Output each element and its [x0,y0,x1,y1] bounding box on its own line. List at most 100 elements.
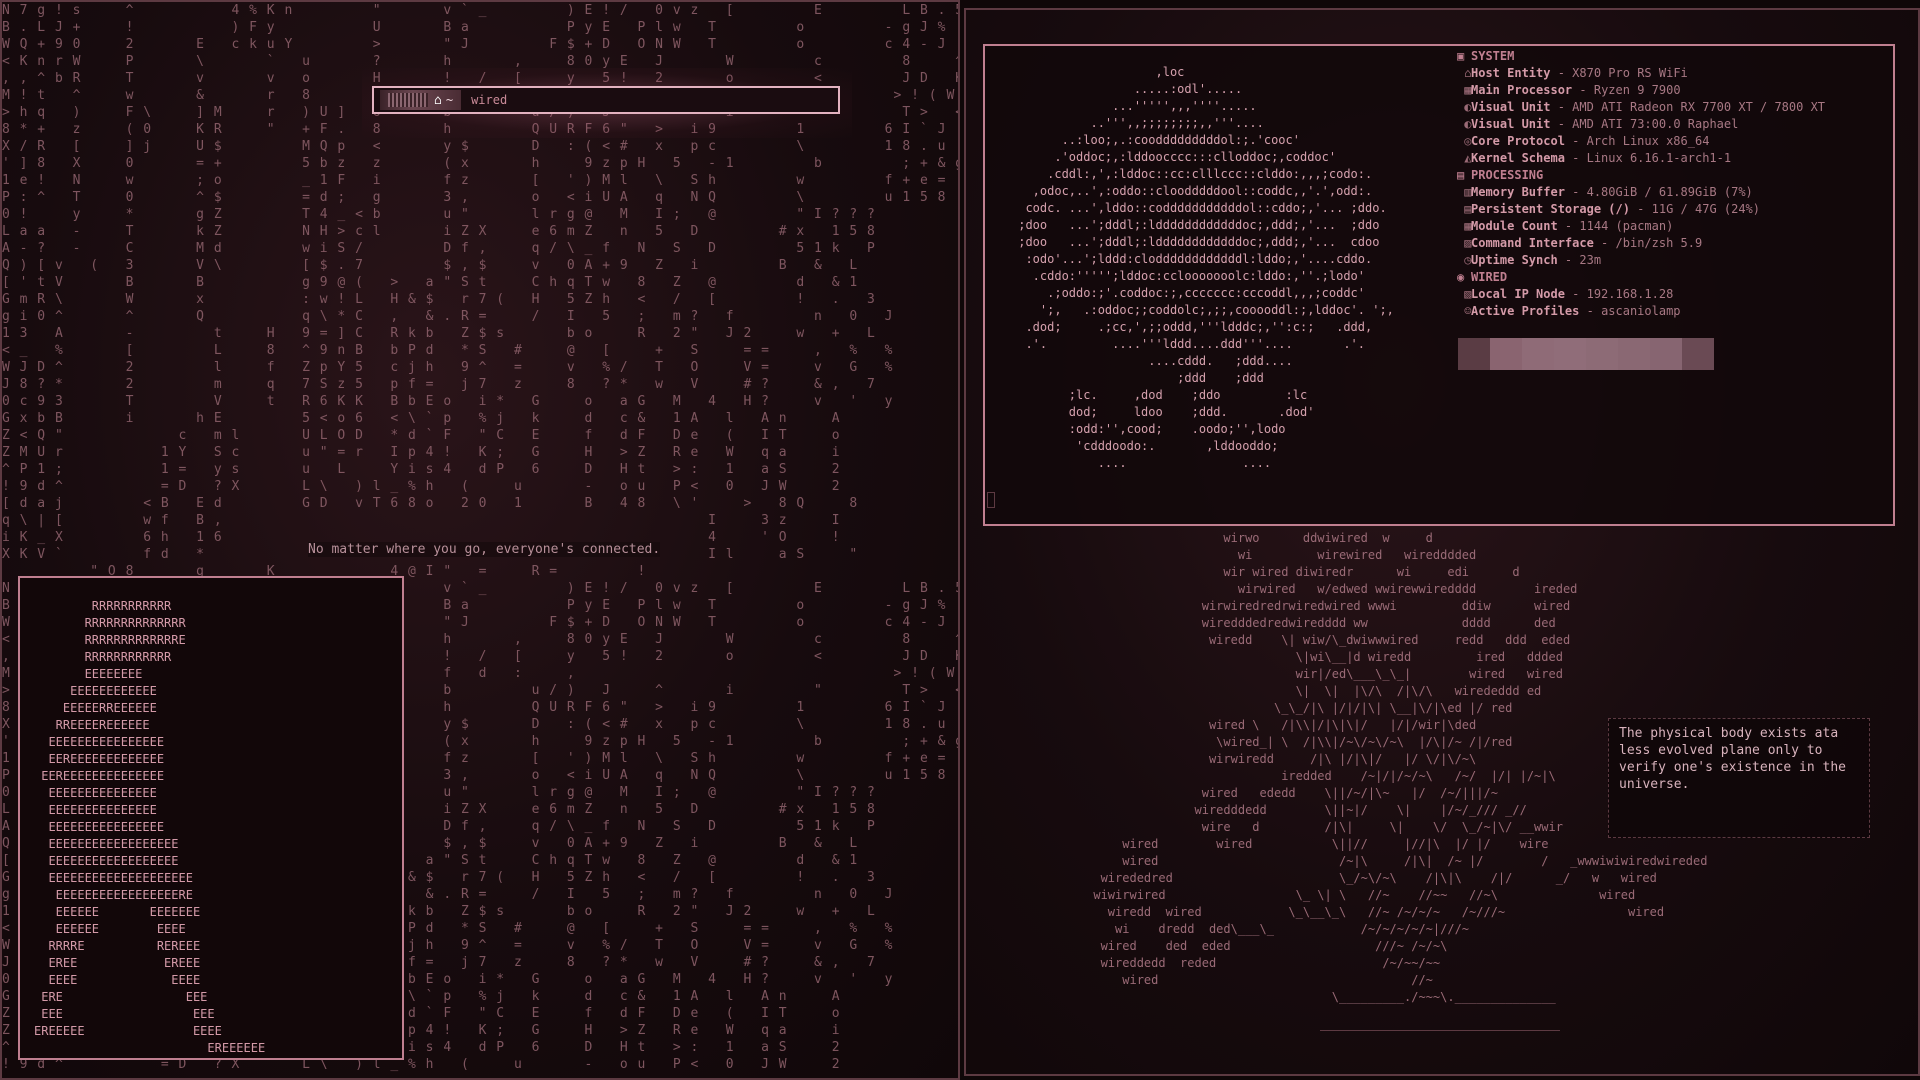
info-line: ▦Main Processor - Ryzen 9 7900 [1457,83,1681,97]
info-line: ◐Visual Unit - AMD ATI 73:00.0 Raphael [1457,117,1739,131]
info-bullet-icon: ▥ [1457,185,1472,199]
matrix-row: W J D ^ 2 l f Z p Y 5 c j h 9 ^ = v % / … [2,360,894,375]
palette-swatch [1490,338,1522,370]
matrix-row: , , ^ b R T v v o H ! / [ y 5 ! 2 o < J … [2,71,960,86]
info-bullet-icon: ◎ [1457,134,1472,148]
matrix-row: 0 c 9 3 T V t R 6 K K B b E o i * G o a … [2,394,894,409]
matrix-row: Z < Q " c m l U L O D * d ` F " C E f d … [2,428,841,443]
matrix-row: J 8 ? * 2 m q 7 S z 5 p f = j 7 z 8 ? * … [2,377,876,392]
info-value: ascaniolamp [1601,304,1681,318]
info-line: ▧Local IP Node - 192.168.1.28 [1457,287,1674,301]
matrix-row: [ d a j < B E d G D v T 6 8 o 2 0 1 B 4 … [2,496,859,511]
info-bullet-icon: ◷ [1457,253,1472,267]
matrix-row: Z M U r 1 Y S c u " = r I p 4 ! K ; G H … [2,445,841,460]
info-bullet-icon: ◐ [1457,117,1472,131]
info-key: Visual Unit [1471,117,1551,131]
ascii-art-figure: RRRRRRRRRRR RRRRRRRRRRRRRR RRRRRRRRRRRRR… [34,599,266,1055]
system-fetch-panel: ,loc .....:odl'..... ...''''',,,''''....… [983,44,1895,526]
info-line: ⌂Host Entity - X870 Pro RS WiFi [1457,66,1688,80]
palette-swatch [1554,338,1586,370]
network-icon: ◉ [1457,270,1465,284]
info-bullet-icon: ▤ [1457,202,1472,216]
matrix-row: X / R [ ] j U $ M Q p < y $ D : ( < # x … [2,139,947,154]
info-value: Linux 6.16.1-arch1-1 [1586,151,1732,165]
search-bar[interactable]: ⌂ ~ [372,86,840,114]
info-value: 1144 (pacman) [1579,219,1674,233]
search-prompt-prefix: ⌂ ~ [380,90,462,110]
section-title: PROCESSING [1471,168,1544,182]
info-line: ◭Kernel Schema - Linux 6.16.1-arch1-1 [1457,151,1732,165]
matrix-row: ^ P 1 ; 1 = y s u L Y i s 4 d P 6 D H t … [2,462,841,477]
info-line: ▤Persistent Storage (/) - 11G / 47G (24%… [1457,202,1761,216]
color-palette [1458,338,1714,370]
info-key: Active Profiles [1471,304,1580,318]
info-value: 4.80GiB / 61.89GiB (7%) [1586,185,1753,199]
matrix-row: [ ' t V B B g 9 @ ( > a " S t C h q T w … [2,275,859,290]
matrix-row: 1 e ! N w ; o _ 1 F i f z [ ' ) M l \ S … [2,173,947,188]
info-value: 23m [1579,253,1602,267]
info-value: /bin/zsh 5.9 [1615,236,1703,250]
info-value: AMD ATI Radeon RX 7700 XT / 7800 XT [1572,100,1826,114]
info-key: Local IP Node [1471,287,1565,301]
info-line: ◷Uptime Synch - 23m [1457,253,1602,267]
info-key: Uptime Synch [1471,253,1558,267]
terminal-cursor [987,492,995,508]
matrix-row: ! 9 d ^ = D ? X L \ ) l _ % h ( u - o u … [2,479,841,494]
ascii-floor-line [1320,986,1560,1031]
matrix-row: < K n r W P \ ` u ? h , 8 0 y E J W c 8 … [2,54,960,69]
search-input[interactable] [469,88,838,112]
info-key: Command Interface [1471,236,1594,250]
matrix-row: A - ? - C M d w i S / D f , q / \ _ f N … [2,241,876,256]
distro-ascii-logo: ,loc .....:odl'..... ...''''',,,''''....… [1018,65,1394,470]
matrix-row: G m R \ W x : w ! L H & $ r 7 ( H 5 Z h … [2,292,876,307]
info-line: ☺Active Profiles - ascaniolamp [1457,304,1681,318]
matrix-row: 8 * + z ( 0 K R " + F . 8 h Q U R F 6 " … [2,122,947,137]
info-line: ▥Memory Buffer - 4.80GiB / 61.89GiB (7%) [1457,185,1753,199]
info-line: ▨Command Interface - /bin/zsh 5.9 [1457,236,1703,250]
matrix-row: g i 0 ^ ^ Q q \ * C , & . R = / I 5 ; m … [2,309,894,324]
info-key: Core Protocol [1471,134,1565,148]
matrix-row: W Q + 9 0 2 E c k u Y > " J F $ + D O N … [2,37,947,52]
search-prefix-label: ~ [445,93,454,107]
info-line: ◎Core Protocol - Arch Linux x86_64 [1457,134,1710,148]
matrix-row: Q ) [ v ( 3 V \ [ $ . 7 $ , $ v 0 A + 9 … [2,258,859,273]
info-value: AMD ATI 73:00.0 Raphael [1572,117,1739,131]
prompt-segment-bar [388,93,428,107]
section-title: WIRED [1471,270,1508,284]
info-value: 192.168.1.28 [1586,287,1674,301]
section-header: ◉ WIRED [1457,269,1825,286]
section-header: ▤ PROCESSING [1457,167,1825,184]
info-bullet-icon: ▦ [1457,219,1472,233]
palette-swatch [1586,338,1618,370]
info-key: Persistent Storage (/) [1471,202,1630,216]
info-value: Arch Linux x86_64 [1586,134,1710,148]
info-key: Main Processor [1471,83,1573,97]
matrix-row: 1 3 A - t H 9 = ] C R k b Z $ s b o R 2 … [2,326,876,341]
palette-swatch [1522,338,1554,370]
left-terminal-pane[interactable]: N 7 g ! s ^ 4 % K n " v ` _ ) E ! / 0 v … [0,0,960,1080]
info-bullet-icon: ▧ [1457,287,1472,301]
matrix-row: B . L J + ! ) F y U B a P y E P l w T o … [2,20,960,35]
system-info-list: ▣ SYSTEM ⌂Host Entity - X870 Pro RS WiFi … [1457,48,1825,320]
quote-box: The physical body exists ata less evolve… [1608,718,1870,838]
info-bullet-icon: ☺ [1457,304,1472,318]
system-icon: ▣ [1457,49,1465,63]
info-key: Host Entity [1471,66,1551,80]
info-value: 11G / 47G (24%) [1651,202,1761,216]
matrix-row: ' ] 8 X 0 = + 5 b z z ( x h 9 z p H 5 - … [2,156,960,171]
matrix-row: N 7 g ! s ^ 4 % K n " v ` _ ) E ! / 0 v … [2,3,960,18]
info-bullet-icon: ◐ [1457,100,1472,114]
palette-swatch [1618,338,1650,370]
info-value: Ryzen 9 7900 [1593,83,1681,97]
tagline: No matter where you go, everyone's conne… [308,542,661,557]
info-line: ▦Module Count - 1144 (pacman) [1457,219,1674,233]
palette-swatch [1650,338,1682,370]
matrix-row: P : ^ T 0 ^ $ = d ; g 3 , o < i U A q N … [2,190,947,205]
matrix-row: G x b B i h E 5 < o 6 < \ ` p % j k d c … [2,411,841,426]
processing-icon: ▤ [1457,168,1465,182]
palette-swatch [1682,338,1714,370]
info-bullet-icon: ▦ [1457,83,1472,97]
info-bullet-icon: ⌂ [1457,66,1472,80]
section-header: ▣ SYSTEM [1457,48,1825,65]
matrix-row: L a a - T k Z N H > c l i Z X e 6 m Z n … [2,224,876,239]
